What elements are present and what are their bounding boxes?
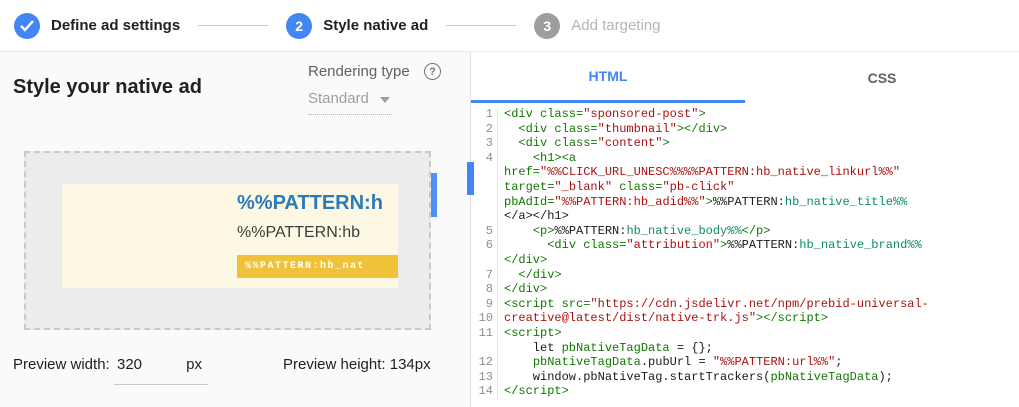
tab-html[interactable]: HTML [471, 52, 745, 103]
preview-height-label: Preview height: 134px [283, 356, 431, 373]
stepper: Define ad settings 2 Style native ad 3 A… [0, 0, 1019, 52]
preview-scrollbar-thumb[interactable] [431, 173, 437, 217]
tab-css[interactable]: CSS [745, 52, 1019, 103]
step-done-check-icon [14, 13, 40, 39]
preview-width-input[interactable]: 320 px [114, 352, 208, 385]
code-gutter: 1234567891011121314 [471, 107, 498, 401]
step-label-add-targeting: Add targeting [571, 17, 660, 34]
rendering-type-label: Rendering type [308, 63, 410, 80]
page-title: Style your native ad [13, 76, 202, 99]
preview-width-value: 320 [117, 356, 142, 373]
preview-width-unit: px [186, 356, 202, 373]
rendering-type-value: Standard [308, 90, 369, 107]
step-label-define-ad-settings: Define ad settings [51, 17, 180, 34]
help-icon[interactable]: ? [424, 63, 441, 80]
ad-preview-body: %%PATTERN:hb [237, 224, 360, 242]
ad-preview-title: %%PATTERN:h [237, 192, 383, 215]
ad-preview-brand-chip: %%PATTERN:hb_nat [237, 255, 398, 278]
preview-width-label: Preview width: [13, 356, 110, 373]
step-add-targeting[interactable]: 3 Add targeting [534, 13, 660, 39]
native-ad-preview-card: %%PATTERN:h %%PATTERN:hb %%PATTERN:hb_na… [62, 184, 398, 288]
step-number-2: 2 [286, 13, 312, 39]
step-connector [446, 25, 516, 26]
code-tabs: HTML CSS [471, 52, 1019, 103]
step-label-style-native-ad: Style native ad [323, 17, 428, 34]
step-style-native-ad[interactable]: 2 Style native ad [286, 13, 428, 39]
code-lines[interactable]: <div class="sponsored-post"> <div class=… [504, 107, 1019, 399]
step-connector [198, 25, 268, 26]
rendering-type-dropdown[interactable]: Standard [308, 90, 392, 115]
style-panel: Style your native ad Rendering type ? St… [0, 52, 470, 407]
app: Define ad settings 2 Style native ad 3 A… [0, 0, 1019, 407]
chevron-down-icon [380, 97, 390, 103]
step-define-ad-settings[interactable]: Define ad settings [14, 13, 180, 39]
code-panel: HTML CSS 1234567891011121314 <div class=… [470, 52, 1019, 407]
code-editor[interactable]: 1234567891011121314 <div class="sponsore… [471, 107, 1019, 407]
editor-scrollbar-thumb[interactable] [467, 162, 474, 195]
step-number-3: 3 [534, 13, 560, 39]
ad-preview-area: %%PATTERN:h %%PATTERN:hb %%PATTERN:hb_na… [24, 151, 431, 330]
